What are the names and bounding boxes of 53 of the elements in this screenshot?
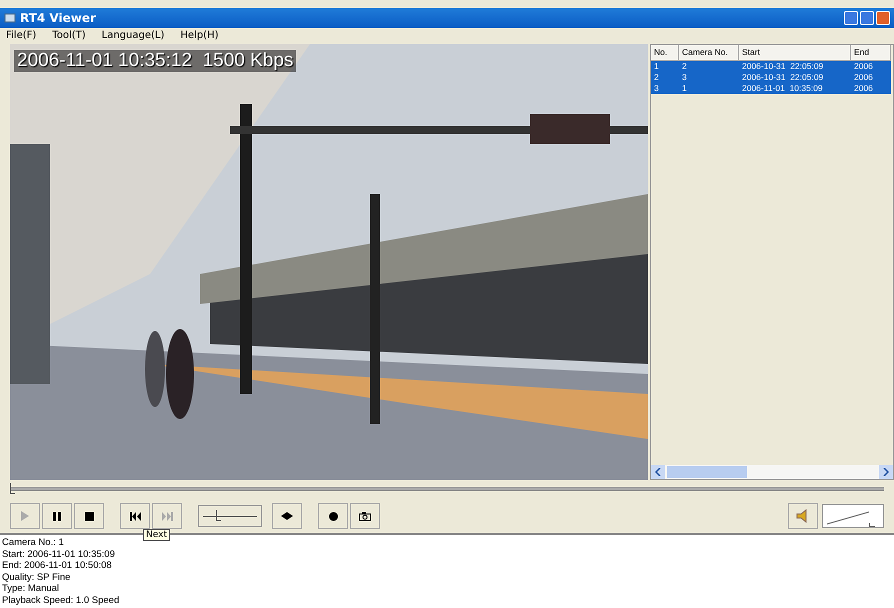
table-cell[interactable]: 1 — [651, 60, 679, 72]
table-cell[interactable]: 2006-10-31 22:05:09 — [739, 60, 851, 72]
step-button[interactable] — [272, 503, 302, 530]
horizontal-scrollbar[interactable] — [651, 464, 893, 479]
column-header[interactable]: Camera No. — [679, 44, 739, 61]
pause-button[interactable] — [42, 503, 72, 530]
info-line: Start: 2006-11-01 10:35:09 — [2, 548, 116, 560]
menu-item[interactable]: Language(L) — [102, 30, 164, 42]
window-title: RT4 Viewer — [20, 10, 96, 25]
skip-forward-icon — [162, 512, 172, 521]
minimize-button[interactable] — [844, 10, 858, 25]
tooltip: Next — [143, 529, 170, 542]
previous-button[interactable] — [120, 503, 150, 530]
pause-icon — [53, 512, 61, 521]
menu-item[interactable]: Tool(T) — [52, 30, 86, 42]
menu-item[interactable]: Help(H) — [180, 30, 218, 42]
slider-thumb[interactable] — [216, 510, 220, 522]
volume-slider[interactable] — [822, 504, 884, 528]
info-line: End: 2006-11-01 10:50:08 — [2, 560, 113, 572]
seek-thumb[interactable] — [10, 483, 15, 494]
speed-slider[interactable] — [198, 505, 262, 528]
record-button[interactable] — [318, 503, 348, 530]
volume-thumb[interactable] — [868, 523, 875, 528]
close-button[interactable] — [876, 10, 890, 25]
app-icon — [4, 12, 16, 24]
column-header[interactable]: Start — [739, 44, 851, 61]
video-overlay-text: 2006-11-01 10:35:12 1500 Kbps — [14, 50, 296, 72]
info-line: Playback Speed: 1.0 Speed — [2, 594, 120, 606]
table-cell[interactable]: 2006 — [851, 72, 891, 83]
info-line: Quality: SP Fine — [2, 572, 72, 584]
column-header[interactable]: End — [851, 44, 891, 61]
column-header[interactable]: No. — [651, 44, 679, 61]
record-icon — [328, 512, 338, 521]
table-cell[interactable]: 2 — [679, 60, 739, 72]
info-line: Type: Manual — [2, 583, 60, 595]
table-cell[interactable]: 2006 — [851, 82, 891, 94]
snapshot-button[interactable] — [350, 503, 380, 530]
table-cell[interactable]: 3 — [679, 72, 739, 83]
table-cell[interactable]: 2006-11-01 10:35:09 — [739, 82, 851, 94]
stop-icon — [84, 512, 94, 521]
table-cell[interactable]: 3 — [651, 82, 679, 94]
table-cell[interactable]: 2 — [651, 72, 679, 83]
menu-item[interactable]: File(F) — [6, 30, 36, 42]
play-icon — [21, 511, 29, 522]
stop-button[interactable] — [74, 503, 104, 530]
skip-back-icon — [130, 512, 140, 521]
mute-button[interactable] — [788, 503, 818, 530]
table-cell[interactable]: 1 — [679, 82, 739, 94]
maximize-button[interactable] — [860, 10, 874, 25]
table-cell[interactable]: 2006 — [851, 60, 891, 72]
table-cell[interactable]: 2006-10-31 22:05:09 — [739, 72, 851, 83]
camera-icon — [359, 512, 371, 521]
info-line: Camera No.: 1 — [2, 537, 65, 549]
